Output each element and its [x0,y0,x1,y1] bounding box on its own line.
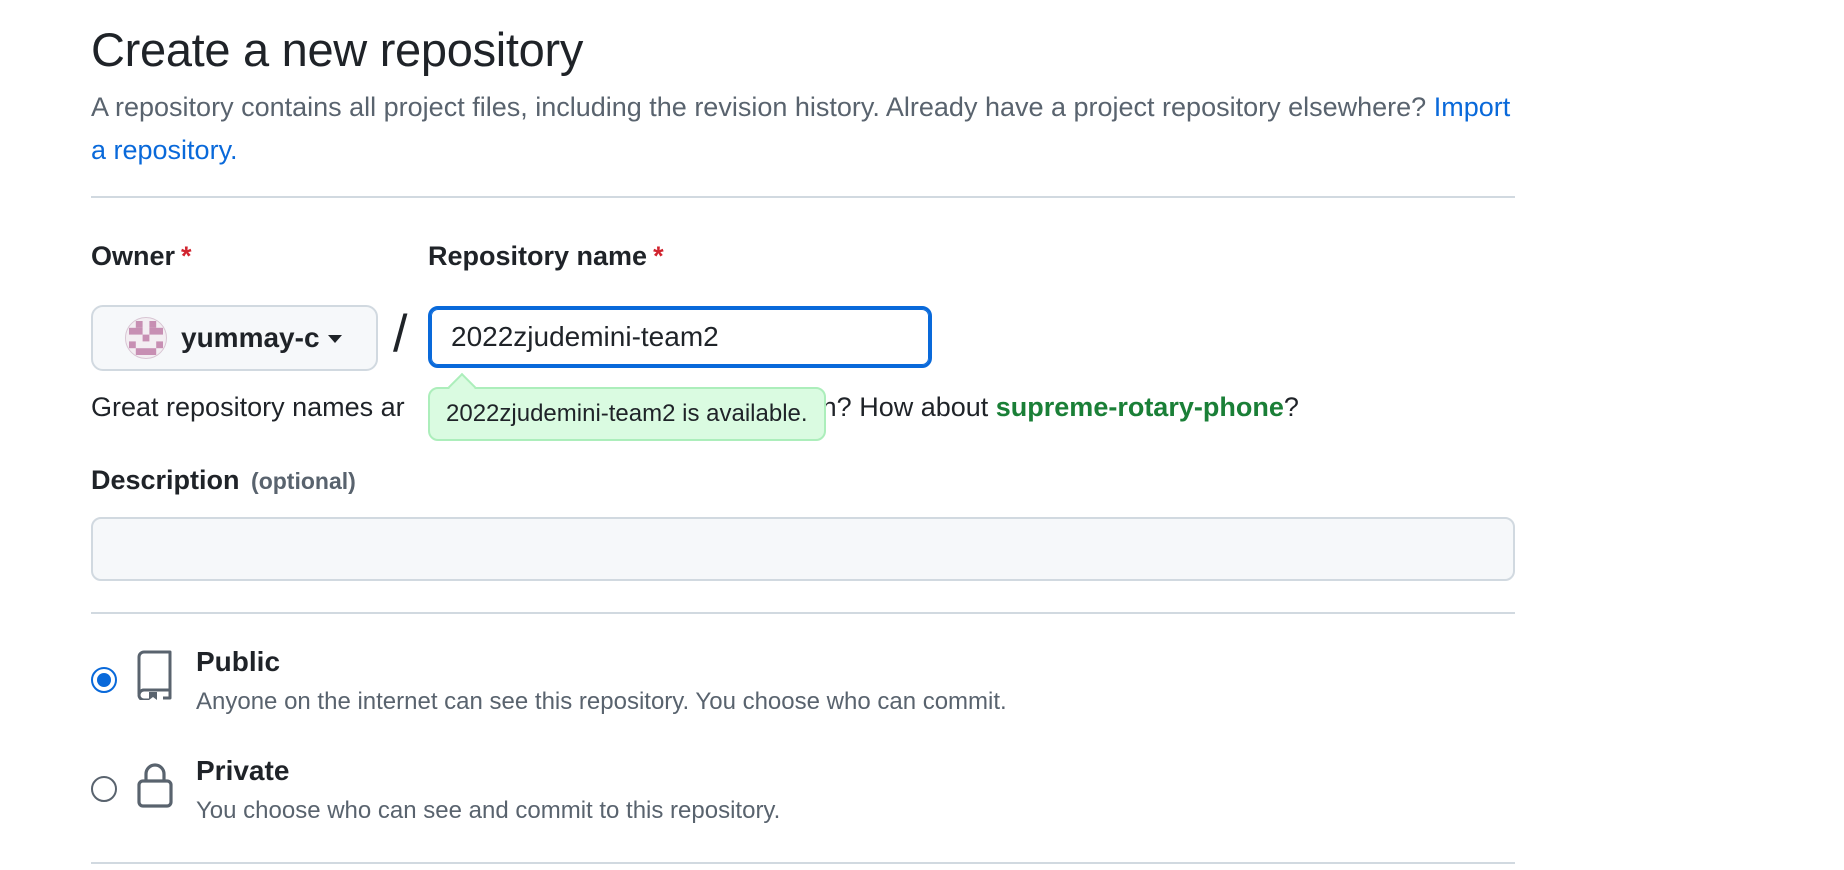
hint-prefix: Great repository names ar [91,392,405,422]
avatar [125,317,167,359]
page-subtitle: A repository contains all project files,… [91,86,1515,172]
owner-label: Owner * [91,241,192,272]
availability-tooltip: 2022zjudemini-team2 is available. [428,387,826,441]
private-description: You choose who can see and commit to thi… [196,797,781,824]
repo-name-label-text: Repository name [428,241,648,271]
description-input[interactable] [91,517,1515,581]
divider [91,862,1515,864]
private-radio[interactable] [91,776,117,802]
description-label: Description (optional) [91,465,356,496]
visibility-option-public[interactable]: Public Anyone on the internet can see th… [91,646,1515,726]
owner-dropdown-button[interactable]: yummay-c [91,305,378,371]
suggested-name-link[interactable]: supreme-rotary-phone [996,392,1284,422]
optional-tag: (optional) [251,468,356,494]
repository-name-input[interactable] [428,306,932,368]
description-label-text: Description [91,465,240,495]
visibility-option-private[interactable]: Private You choose who can see and commi… [91,755,1515,835]
divider [91,612,1515,614]
private-title: Private [196,755,290,786]
public-radio[interactable] [91,667,117,693]
page-title: Create a new repository [91,23,584,76]
repo-name-required-mark: * [653,241,664,271]
subtitle-text: A repository contains all project files,… [91,92,1427,122]
lock-icon [137,763,173,808]
divider [91,196,1515,198]
repo-icon [137,650,172,700]
public-title: Public [196,646,281,677]
identicon-avatar-icon [129,321,163,355]
hint-suffix: ? [1283,392,1299,422]
owner-name: yummay-c [181,322,320,353]
public-description: Anyone on the internet can see this repo… [196,688,1007,715]
caret-down-icon [327,335,342,343]
owner-label-text: Owner [91,241,176,271]
repo-name-label: Repository name * [428,241,664,272]
owner-repo-separator: / [393,305,408,363]
owner-required-mark: * [181,241,192,271]
